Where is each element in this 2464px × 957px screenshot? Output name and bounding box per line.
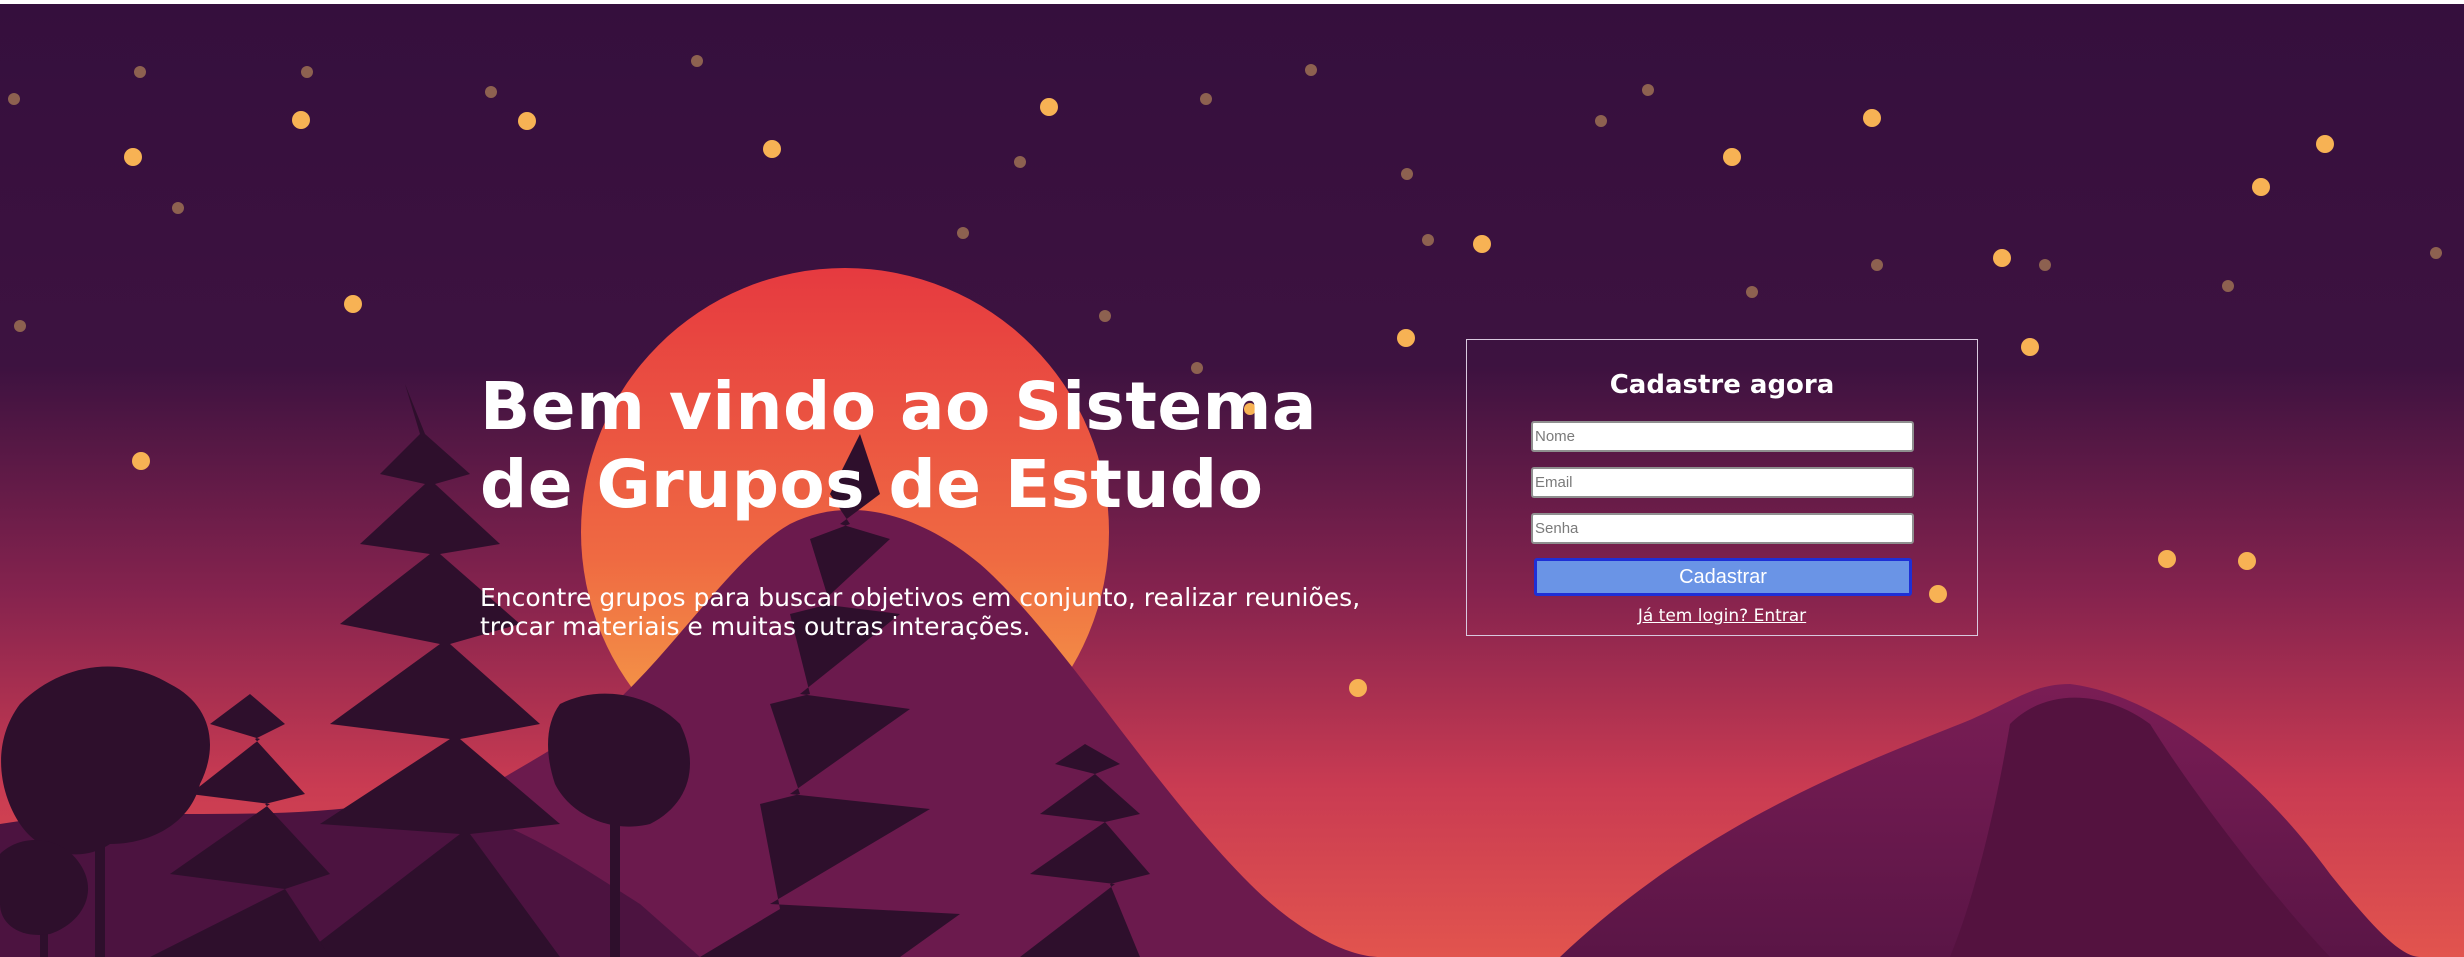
signup-title: Cadastre agora xyxy=(1609,370,1835,400)
hero-subtitle: Encontre grupos para buscar objetivos em… xyxy=(480,583,1361,641)
name-input[interactable] xyxy=(1531,421,1914,452)
password-input[interactable] xyxy=(1531,513,1914,544)
hero: Bem vindo ao Sistema de Grupos de Estudo… xyxy=(480,368,1420,641)
signup-button[interactable]: Cadastrar xyxy=(1534,558,1912,596)
email-input[interactable] xyxy=(1531,467,1914,498)
login-link[interactable]: Já tem login? Entrar xyxy=(1467,606,1977,626)
hero-title: Bem vindo ao Sistema de Grupos de Estudo xyxy=(480,368,1317,523)
signup-form: Cadastre agora Cadastrar Já tem login? E… xyxy=(1466,339,1978,636)
